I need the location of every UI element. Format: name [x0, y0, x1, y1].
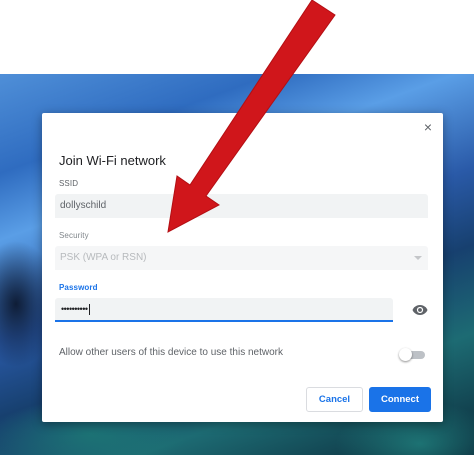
text-caret	[88, 304, 90, 316]
ssid-field[interactable]: dollyschild	[55, 194, 428, 218]
close-icon[interactable]: ×	[421, 120, 435, 134]
share-network-toggle[interactable]	[399, 348, 427, 361]
security-select-value: PSK (WPA or RSN)	[60, 252, 147, 263]
password-label: Password	[59, 283, 98, 292]
dialog-title: Join Wi-Fi network	[59, 153, 166, 168]
toggle-knob	[399, 348, 412, 361]
security-label: Security	[59, 231, 89, 240]
eye-icon[interactable]	[412, 304, 428, 316]
connect-button[interactable]: Connect	[369, 387, 431, 412]
join-wifi-dialog: × Join Wi-Fi network SSID dollyschild Se…	[42, 113, 443, 422]
security-select[interactable]: PSK (WPA or RSN)	[55, 246, 428, 270]
cancel-button[interactable]: Cancel	[306, 387, 363, 412]
chevron-down-icon	[414, 256, 422, 260]
password-input[interactable]: ••••••••••	[55, 298, 393, 322]
share-network-label: Allow other users of this device to use …	[59, 347, 283, 358]
ssid-label: SSID	[59, 179, 79, 188]
password-input-value: ••••••••••	[61, 304, 88, 314]
